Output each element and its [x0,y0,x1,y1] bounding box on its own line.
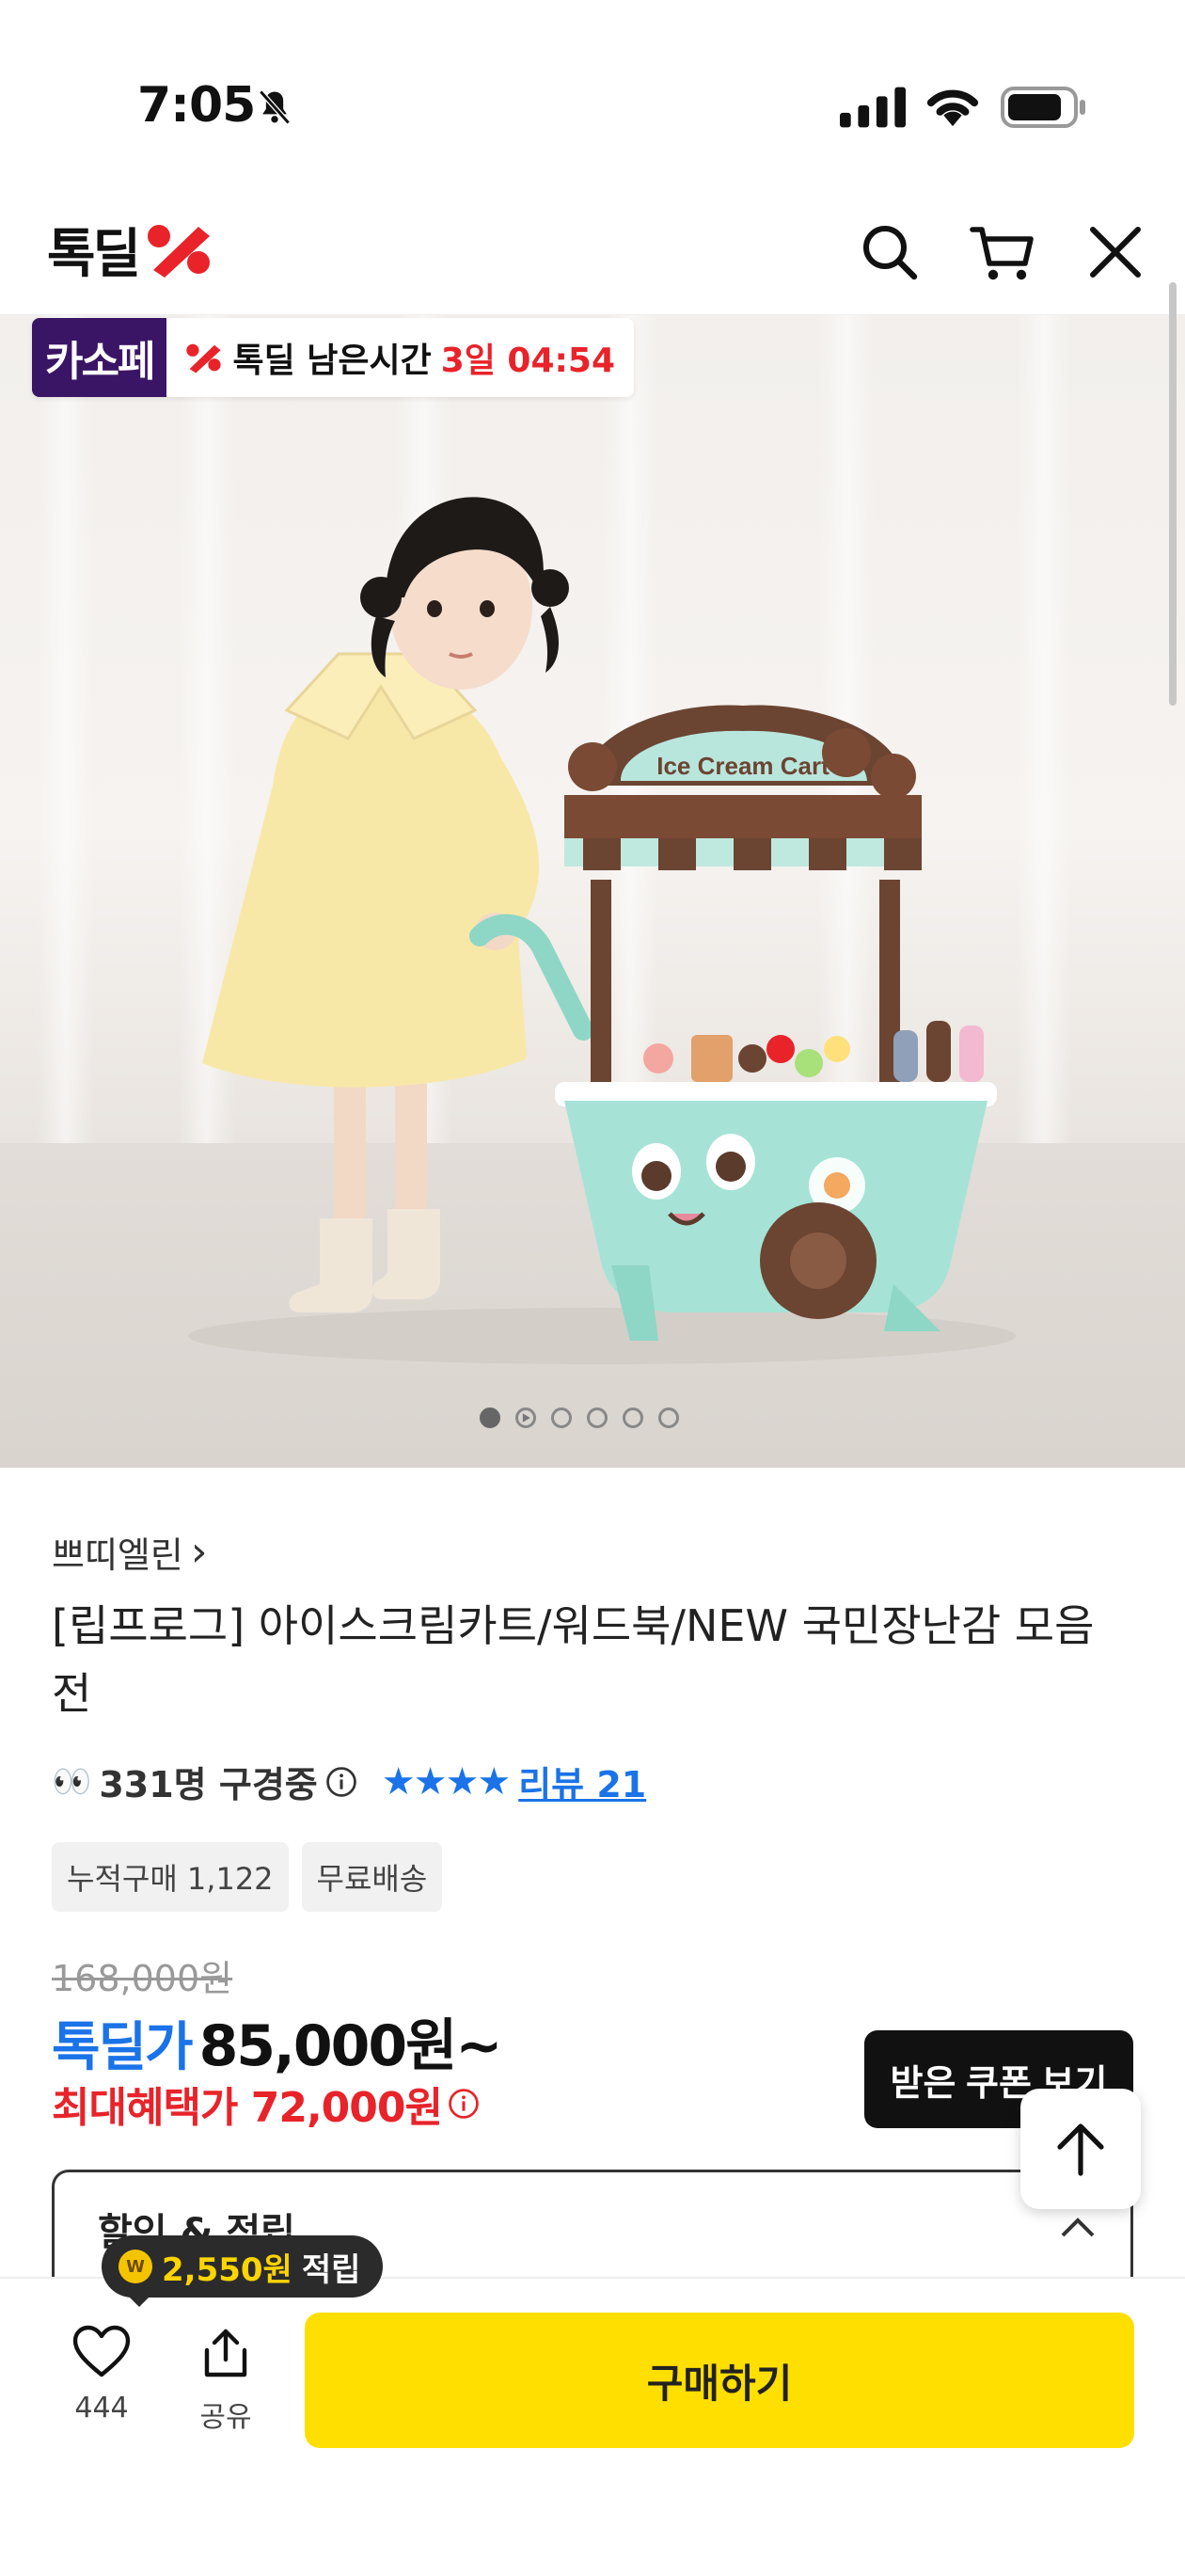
carousel-dot[interactable] [480,1407,500,1428]
product-image-carousel[interactable]: Ice Cream Cart [0,315,1185,1468]
points-suffix: 적립 [301,2250,361,2289]
buy-button[interactable]: 구매하기 [305,2313,1134,2448]
info-icon[interactable] [325,1766,357,1798]
svg-text:Ice Cream Cart: Ice Cream Cart [656,752,830,780]
signal-icon [840,87,906,128]
watching-count: 331명 구경중 [99,1764,318,1805]
reviews-link[interactable]: 리뷰 21 [518,1756,646,1807]
chevron-up-icon[interactable] [1059,2217,1097,2239]
arrow-up-icon [1057,2123,1104,2176]
scrollbar[interactable] [1169,282,1177,706]
points-amount: 2,550원 [162,2250,292,2289]
close-icon[interactable] [1087,224,1144,280]
deal-price-label: 톡딜가 [52,2017,194,2078]
deal-price-row: 톡딜가 85,000원~ [52,2000,503,2082]
eyes-icon: 👀 [52,1762,91,1801]
brand-link[interactable]: 쁘띠엘린 › [52,1526,207,1578]
share-label: 공유 [199,2401,252,2434]
max-benefit-row: 최대혜택가 72,000원 [52,2074,480,2134]
product-photo: Ice Cream Cart [188,497,1016,1364]
info-icon[interactable] [448,2088,480,2120]
share-icon [204,2329,247,2377]
like-button[interactable]: 444 [55,2324,149,2425]
deal-remaining-time: 3일 04:54 [440,342,616,380]
bell-muted-icon [259,89,291,125]
status-time: 7:05 [137,77,256,134]
max-benefit-price: 최대혜택가 72,000원 [52,2084,443,2132]
carousel-dot[interactable] [587,1407,608,1428]
carousel-dot[interactable] [551,1407,572,1428]
brand-name: 쁘띠엘린 [52,1534,183,1576]
deal-timer-badge: 카소페 톡딜 남은시간 3일 04:54 [32,318,635,397]
points-tooltip: W 2,550원 적립 [102,2235,384,2298]
carousel-dot-video[interactable] [515,1407,536,1428]
play-icon [522,1413,530,1423]
talkdeal-logo[interactable]: 톡딜 [47,216,217,285]
heart-icon [72,2325,131,2377]
carousel-dot[interactable] [658,1407,679,1428]
carousel-dots [480,1407,679,1428]
scroll-to-top-button[interactable] [1020,2089,1141,2209]
kasope-label: 카소페 [32,318,167,397]
like-count: 444 [74,2392,129,2425]
tooltip-tail [126,2294,152,2307]
product-tags: 누적구매 1,122 무료배송 [52,1842,443,1912]
chevron-right-icon: › [190,1527,208,1576]
percent-icon [186,343,222,374]
original-price: 168,000원 [52,1958,233,1999]
coin-icon: W [118,2250,152,2283]
wifi-icon [926,89,979,127]
percent-logo-icon [148,225,211,278]
tag-cumulative-purchase: 누적구매 1,122 [52,1842,289,1912]
share-button[interactable]: 공유 [179,2324,273,2435]
carousel-dot[interactable] [623,1407,643,1428]
deal-time-label: 톡딜 남은시간 [232,342,432,380]
star-rating: ★★★★ [381,1759,511,1804]
tag-free-shipping: 무료배송 [301,1842,443,1912]
deal-price: 85,000원~ [198,2013,503,2079]
battery-icon [1001,87,1085,128]
product-title: [립프로그] 아이스크림카트/워드북/NEW 국민장난감 모음전 [52,1600,1095,1719]
cart-icon[interactable] [969,222,1036,282]
logo-text: 톡딜 [47,223,141,285]
search-icon[interactable] [860,222,920,282]
product-stats: 👀 331명 구경중 ★★★★ 리뷰 21 [52,1756,646,1807]
